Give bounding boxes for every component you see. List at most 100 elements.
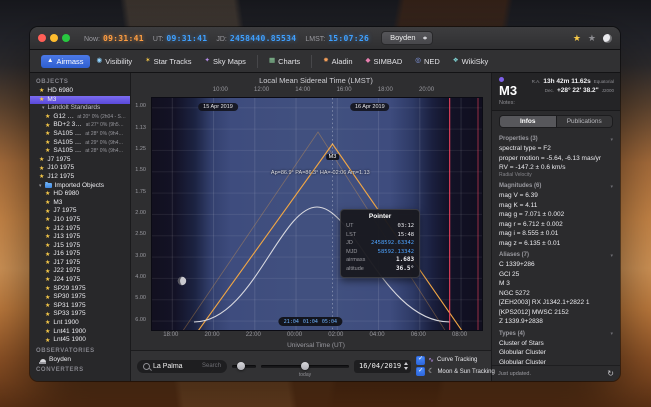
- object-row[interactable]: ★ HD 6980: [30, 190, 130, 199]
- checkbox[interactable]: [416, 367, 425, 376]
- object-row[interactable]: ★ SA105 815 at 28° 0% (9h43 - S): [30, 147, 130, 156]
- object-row[interactable]: ★ J24 1975: [30, 276, 130, 285]
- minimize-window-button[interactable]: [50, 34, 58, 42]
- time-offset-slider[interactable]: [232, 365, 256, 368]
- refresh-icon[interactable]: ↻: [607, 370, 614, 378]
- info-row[interactable]: RV = -147.2 ± 0.6 km/s Radial Velocity: [492, 163, 620, 178]
- info-row[interactable]: spectral type = F2: [492, 144, 620, 154]
- object-row[interactable]: ★ J10 1975: [30, 164, 130, 173]
- transit-annotation: Ap=86.9° PA=86.3° HA=-02:06 Am=1.13: [271, 170, 370, 176]
- date-decrement-button[interactable]: [404, 367, 408, 370]
- toolbar-tab[interactable]: ❖ WikiSky: [447, 55, 495, 68]
- object-row[interactable]: ★ J15 1975: [30, 242, 130, 251]
- date-stepper[interactable]: 16/04/2019: [354, 360, 411, 373]
- object-row[interactable]: ★ SA105 437 at 28° 0% (9h48 - S): [30, 130, 130, 139]
- object-row[interactable]: ★ BD+2 3771 at 27° 0% (9h50 - S): [30, 121, 130, 130]
- toolbar-tab[interactable]: ▦ Charts: [263, 55, 306, 68]
- star-icon: ★: [45, 269, 50, 275]
- star-icon: ★: [45, 277, 50, 283]
- info-row[interactable]: NGC 5272: [492, 289, 620, 299]
- toolbar-tab[interactable]: ◆ SIMBAD: [360, 55, 409, 68]
- toolbar-tab[interactable]: ✦ Sky Maps: [199, 55, 252, 68]
- observatory-row[interactable]: Boyden: [30, 356, 130, 365]
- date-increment-button[interactable]: [404, 362, 408, 365]
- tooltip-row-value: 15:48: [398, 231, 415, 240]
- object-row[interactable]: ★ Landolt Standards: [30, 104, 130, 113]
- info-row[interactable]: mag V = 6.39: [492, 191, 620, 201]
- info-row[interactable]: Z 1339.9+2838: [492, 317, 620, 327]
- airmass-plot[interactable]: 15 Apr 201916 Apr 2019 M3 Ap=86.9° PA=86…: [151, 97, 483, 331]
- date-offset-slider-thumb[interactable]: [301, 362, 309, 370]
- info-row[interactable]: [ZEH2003] RX J1342.1+2822 1: [492, 298, 620, 308]
- info-row[interactable]: Properties (3): [492, 132, 620, 144]
- object-row[interactable]: ★ SP29 1975: [30, 285, 130, 294]
- info-row[interactable]: Aliases (7): [492, 248, 620, 260]
- info-row[interactable]: Magnitudes (6): [492, 179, 620, 191]
- object-row[interactable]: ★ J22 1975: [30, 267, 130, 276]
- close-window-button[interactable]: [38, 34, 46, 42]
- info-row[interactable]: Cluster of Stars: [492, 339, 620, 349]
- object-row[interactable]: ★ J7 1975: [30, 156, 130, 165]
- object-row[interactable]: ★ G12 43 at 20° 0% (2h04 - SW): [30, 113, 130, 122]
- info-row[interactable]: Globular Cluster: [492, 358, 620, 366]
- star-outline-icon[interactable]: ★: [588, 34, 596, 43]
- toolbar-tab[interactable]: ✸ Aladin: [317, 55, 358, 68]
- object-row[interactable]: ★ SP33 1975: [30, 310, 130, 319]
- info-row[interactable]: proper motion = -5.64, -6.13 mas/yr: [492, 154, 620, 164]
- date-stepper-buttons[interactable]: [404, 362, 408, 370]
- time-offset-slider-thumb[interactable]: [237, 362, 245, 370]
- info-row[interactable]: GCl 25: [492, 270, 620, 280]
- object-row[interactable]: ★ Lnt41 1900: [30, 328, 130, 337]
- object-row[interactable]: ★ M3: [30, 199, 130, 208]
- object-row[interactable]: ★ SA105 500 at 29° 0% (9h47 - S): [30, 139, 130, 148]
- object-row[interactable]: ★ J12 1975: [30, 173, 130, 182]
- object-row[interactable]: ★ M3: [30, 96, 130, 105]
- object-name: BD+2 3771: [53, 121, 82, 130]
- airmass-curves: [152, 98, 482, 330]
- object-row[interactable]: ★ J7 1975: [30, 207, 130, 216]
- info-tab[interactable]: Publications: [556, 116, 613, 127]
- info-row[interactable]: mag g = 7.071 ± 0.002: [492, 210, 620, 220]
- info-row[interactable]: Globular Cluster: [492, 348, 620, 358]
- object-row[interactable]: ★ J17 1975: [30, 259, 130, 268]
- object-row[interactable]: ★ Imported Objects: [30, 182, 130, 191]
- object-row[interactable]: ★ SP31 1975: [30, 302, 130, 311]
- toolbar-tab[interactable]: ◉ Visibility: [91, 55, 139, 68]
- toolbar-tab[interactable]: ▲ Airmass: [41, 55, 90, 68]
- object-details-list[interactable]: Properties (3) spectral type = F2 proper…: [492, 132, 620, 365]
- object-row[interactable]: ★ HD 6980: [30, 87, 130, 96]
- moon-phase-icon[interactable]: [603, 34, 612, 43]
- object-row[interactable]: ★ Lnt45 1900: [30, 336, 130, 345]
- object-row[interactable]: ★ Lnt 1900: [30, 319, 130, 328]
- info-row[interactable]: mag i = 8.555 ± 0.01: [492, 229, 620, 239]
- clock-readout: UT: 09:31:41: [153, 34, 207, 43]
- star-icon: ★: [45, 338, 50, 344]
- tracking-toggle[interactable]: ∿ Curve Tracking: [416, 356, 485, 365]
- checkbox[interactable]: [416, 356, 425, 365]
- info-row[interactable]: [KPS2012] MWSC 2152: [492, 308, 620, 318]
- object-row[interactable]: ★ J12 1975: [30, 225, 130, 234]
- notes-label[interactable]: Notes:: [499, 100, 613, 106]
- tracking-toggle[interactable]: ☾ Moon & Sun Tracking: [416, 367, 485, 376]
- info-row[interactable]: mag r = 6.712 ± 0.002: [492, 220, 620, 230]
- favorite-star-icon[interactable]: ★: [573, 34, 581, 43]
- info-row[interactable]: Types (4): [492, 327, 620, 339]
- toolbar-group-plots: ▲ Airmass ◉ Visibility ✶ Star Tracks ✦ S…: [36, 55, 257, 68]
- object-row[interactable]: ★ J10 1975: [30, 216, 130, 225]
- object-row[interactable]: ★ SP30 1975: [30, 293, 130, 302]
- toolbar-tab[interactable]: ◎ NED: [409, 55, 446, 68]
- object-row[interactable]: ★ J16 1975: [30, 250, 130, 259]
- info-row[interactable]: M 3: [492, 279, 620, 289]
- objects-sidebar[interactable]: OBJECTS ★ HD 6980 ★ M3 ★ Landolt: [30, 73, 131, 381]
- date-offset-slider[interactable]: today: [261, 365, 349, 368]
- info-tab[interactable]: Infos: [500, 116, 556, 127]
- object-row[interactable]: ★ J13 1975: [30, 233, 130, 242]
- toolbar-tab[interactable]: ✶ Star Tracks: [139, 55, 197, 68]
- zoom-window-button[interactable]: [62, 34, 70, 42]
- info-row[interactable]: mag z = 6.135 ± 0.01: [492, 239, 620, 249]
- info-row[interactable]: C 1339+286: [492, 260, 620, 270]
- info-row[interactable]: mag K = 4.11: [492, 201, 620, 211]
- observatory-select[interactable]: Boyden: [381, 31, 432, 45]
- location-search-field[interactable]: La Palma Search: [137, 360, 227, 373]
- dec-row: Dec. +28° 22' 38.2" J2000: [545, 87, 614, 94]
